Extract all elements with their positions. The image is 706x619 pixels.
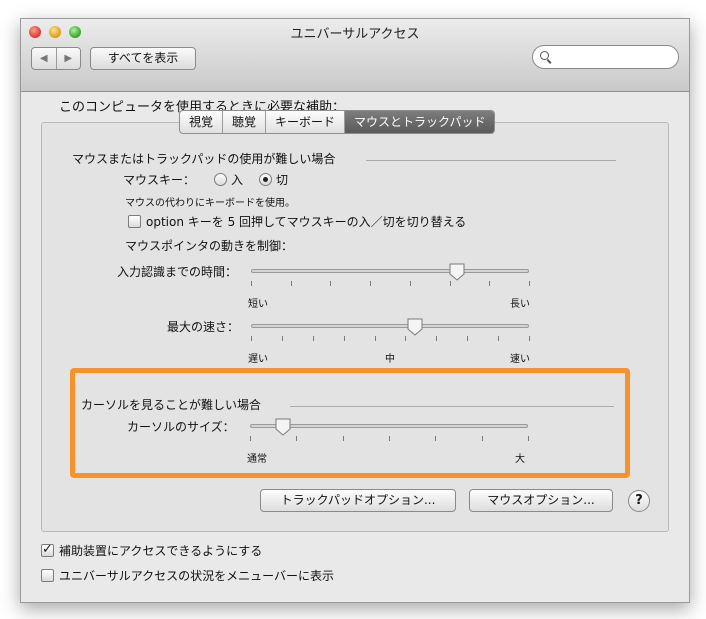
back-arrow-icon[interactable]: ◀ [32,48,57,69]
show-all-button[interactable]: すべてを表示 [90,47,196,70]
menubar-status-checkbox[interactable] [41,569,54,582]
delay-tick [409,281,411,286]
tab-bar: 視覚 聴覚 キーボード マウスとトラックパッド [179,110,496,134]
back-forward-control: ◀ ▶ [31,47,81,70]
speed-slider-knob[interactable] [407,318,423,336]
search-field[interactable] [532,45,679,69]
search-icon [540,51,549,60]
speed-tick [312,336,314,341]
help-button[interactable]: ? [628,490,650,512]
tab-keyboard[interactable]: キーボード [266,111,346,133]
speed-tick [498,336,500,341]
menubar-status-label: ユニバーサルアクセスの状況をメニューバーに表示 [59,569,335,583]
mouse-keys-label: マウスキー： [123,173,196,187]
delay-min-label: 短い [248,299,268,310]
delay-tick [449,281,451,286]
speed-slider-track[interactable] [251,324,529,328]
speed-tick [374,336,376,341]
cursor-tick [481,436,483,441]
tab-vision[interactable]: 視覚 [180,111,224,133]
forward-arrow-icon[interactable]: ▶ [57,48,81,69]
option-toggle-checkbox[interactable] [128,215,141,228]
speed-mid-label: 中 [385,354,395,365]
speed-tick [529,336,530,341]
highlight-frame [70,368,630,478]
mouse-keys-note: マウスの代わりにキーボードを使用。 [125,198,295,209]
cursor-tick [296,436,298,441]
delay-slider-knob[interactable] [449,263,465,281]
delay-tick [290,281,292,286]
speed-label: 最大の速さ： [167,320,240,334]
assistive-devices-checkbox[interactable] [41,542,54,557]
cursor-tick [435,436,437,441]
preferences-window: ユニバーサルアクセス ◀ ▶ すべてを表示 このコンピュータを使用するときに必要… [20,18,690,603]
delay-slider-track[interactable] [251,269,529,273]
speed-tick [281,336,283,341]
speed-tick [467,336,469,341]
delay-tick [251,281,252,286]
option-toggle-label: option キーを 5 回押してマウスキーの入／切を切り替える [146,215,467,229]
assistive-devices-label: 補助装置にアクセスできるようにする [59,544,263,558]
section-divider [366,160,616,161]
mouse-keys-off-radio[interactable] [259,173,272,186]
speed-tick [343,336,345,341]
delay-max-label: 長い [510,299,530,310]
tab-mouse-trackpad[interactable]: マウスとトラックパッド [345,111,495,133]
cursor-tick [250,436,251,441]
pointer-control-label: マウスポインタの動きを制御： [125,239,294,253]
title-bar: ユニバーサルアクセス ◀ ▶ すべてを表示 [21,19,689,92]
speed-max-label: 速い [510,354,530,365]
mouse-keys-on-label: 入 [231,173,244,187]
delay-tick [529,281,530,286]
mouse-options-button[interactable]: マウスオプション... [469,489,613,512]
cursor-tick [528,436,529,441]
trackpad-options-button[interactable]: トラックパッドオプション... [260,489,456,512]
mouse-keys-off-label: 切 [276,173,289,187]
cursor-tick [342,436,344,441]
window-title: ユニバーサルアクセス [290,27,420,42]
mouse-keys-on-radio[interactable] [214,173,227,186]
delay-tick [330,281,332,286]
speed-tick [436,336,438,341]
search-input[interactable] [555,48,674,66]
delay-label: 入力認識までの時間： [117,265,238,279]
cursor-tick [389,436,390,441]
tab-hearing[interactable]: 聴覚 [223,111,267,133]
speed-tick [405,336,407,341]
speed-tick [251,336,252,341]
speed-min-label: 遅い [248,354,268,365]
delay-tick [370,281,372,286]
mouse-section-title: マウスまたはトラックパッドの使用が難しい場合 [72,152,336,166]
delay-tick [489,281,491,286]
